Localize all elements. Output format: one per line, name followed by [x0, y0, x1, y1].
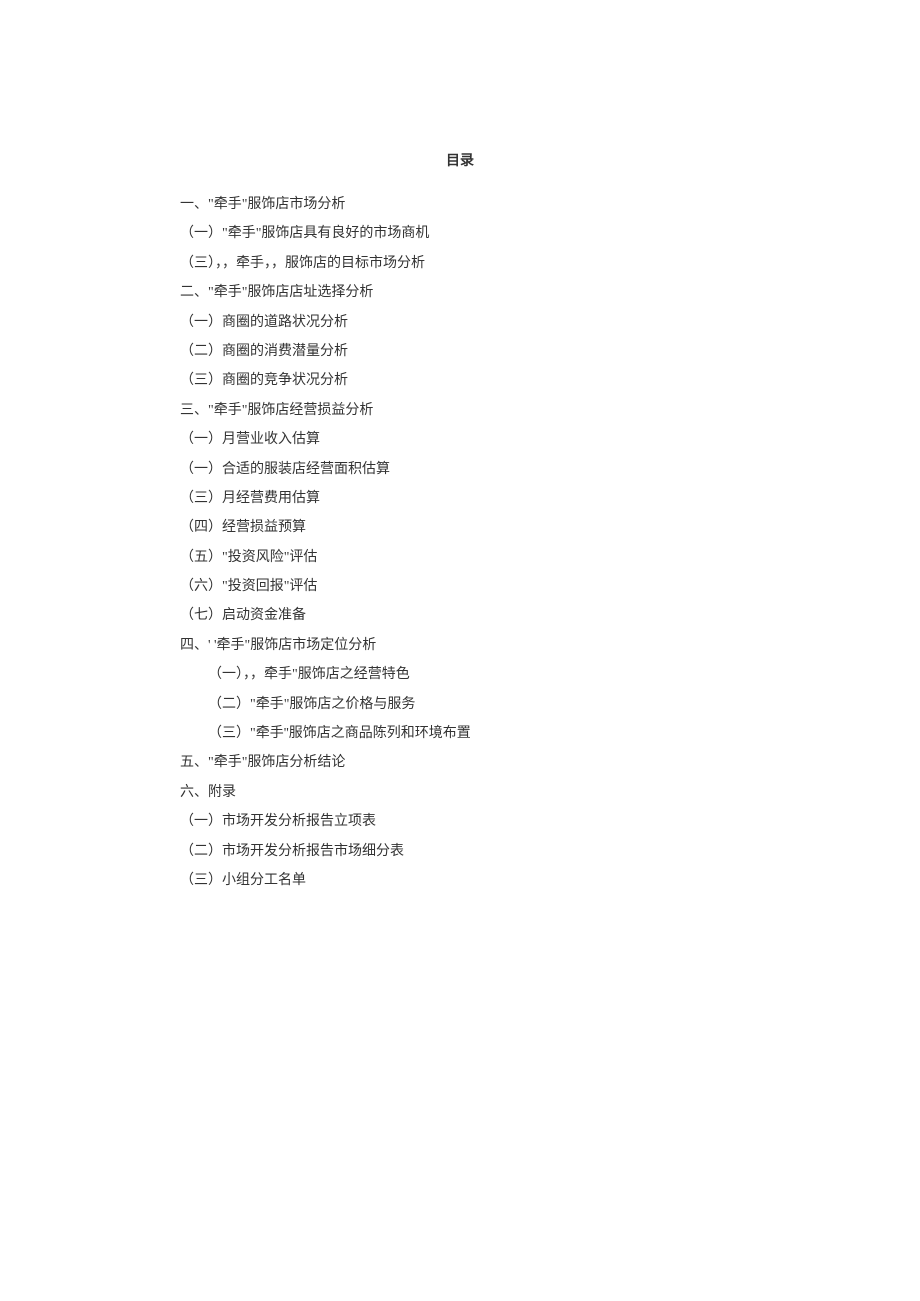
- toc-entry: （四）经营损益预算: [180, 513, 740, 542]
- toc-entry: 六、附录: [180, 778, 740, 807]
- toc-entry: （二）市场开发分析报告市场细分表: [180, 837, 740, 866]
- toc-entry: （六）"投资回报"评估: [180, 572, 740, 601]
- toc-entry: （三）"牵手''服饰店之商品陈列和环境布置: [180, 719, 740, 748]
- toc-entry: 一、"牵手"服饰店市场分析: [180, 190, 740, 219]
- toc-entry: （七）启动资金准备: [180, 601, 740, 630]
- toc-entry: 四、' '牵手"服饰店市场定位分析: [180, 631, 740, 660]
- toc-title: 目录: [180, 150, 740, 170]
- toc-entry: 三、"牵手"服饰店经营损益分析: [180, 396, 740, 425]
- toc-entry: （一）合适的服装店经营面积估算: [180, 455, 740, 484]
- toc-entry: （一），，牵手"服饰店之经营特色: [180, 660, 740, 689]
- toc-entry: （一）"牵手"服饰店具有良好的市场商机: [180, 219, 740, 248]
- toc-entry: （一）月营业收入估算: [180, 425, 740, 454]
- toc-entry: （二）"牵手"服饰店之价格与服务: [180, 690, 740, 719]
- toc-entry: （三）商圈的竞争状况分析: [180, 366, 740, 395]
- toc-entry: （一）市场开发分析报告立项表: [180, 807, 740, 836]
- toc-list: 一、"牵手"服饰店市场分析 （一）"牵手"服饰店具有良好的市场商机 （三），，牵…: [180, 190, 740, 895]
- toc-entry: （二）商圈的消费潜量分析: [180, 337, 740, 366]
- document-page: 目录 一、"牵手"服饰店市场分析 （一）"牵手"服饰店具有良好的市场商机 （三）…: [0, 0, 920, 895]
- toc-entry: （五）"投资风险"评估: [180, 543, 740, 572]
- toc-entry: （三），，牵手，，服饰店的目标市场分析: [180, 249, 740, 278]
- toc-entry: （三）小组分工名单: [180, 866, 740, 895]
- toc-entry: （一）商圈的道路状况分析: [180, 308, 740, 337]
- toc-entry: 二、"牵手"服饰店店址选择分析: [180, 278, 740, 307]
- toc-entry: 五、"牵手"服饰店分析结论: [180, 748, 740, 777]
- toc-entry: （三）月经营费用估算: [180, 484, 740, 513]
